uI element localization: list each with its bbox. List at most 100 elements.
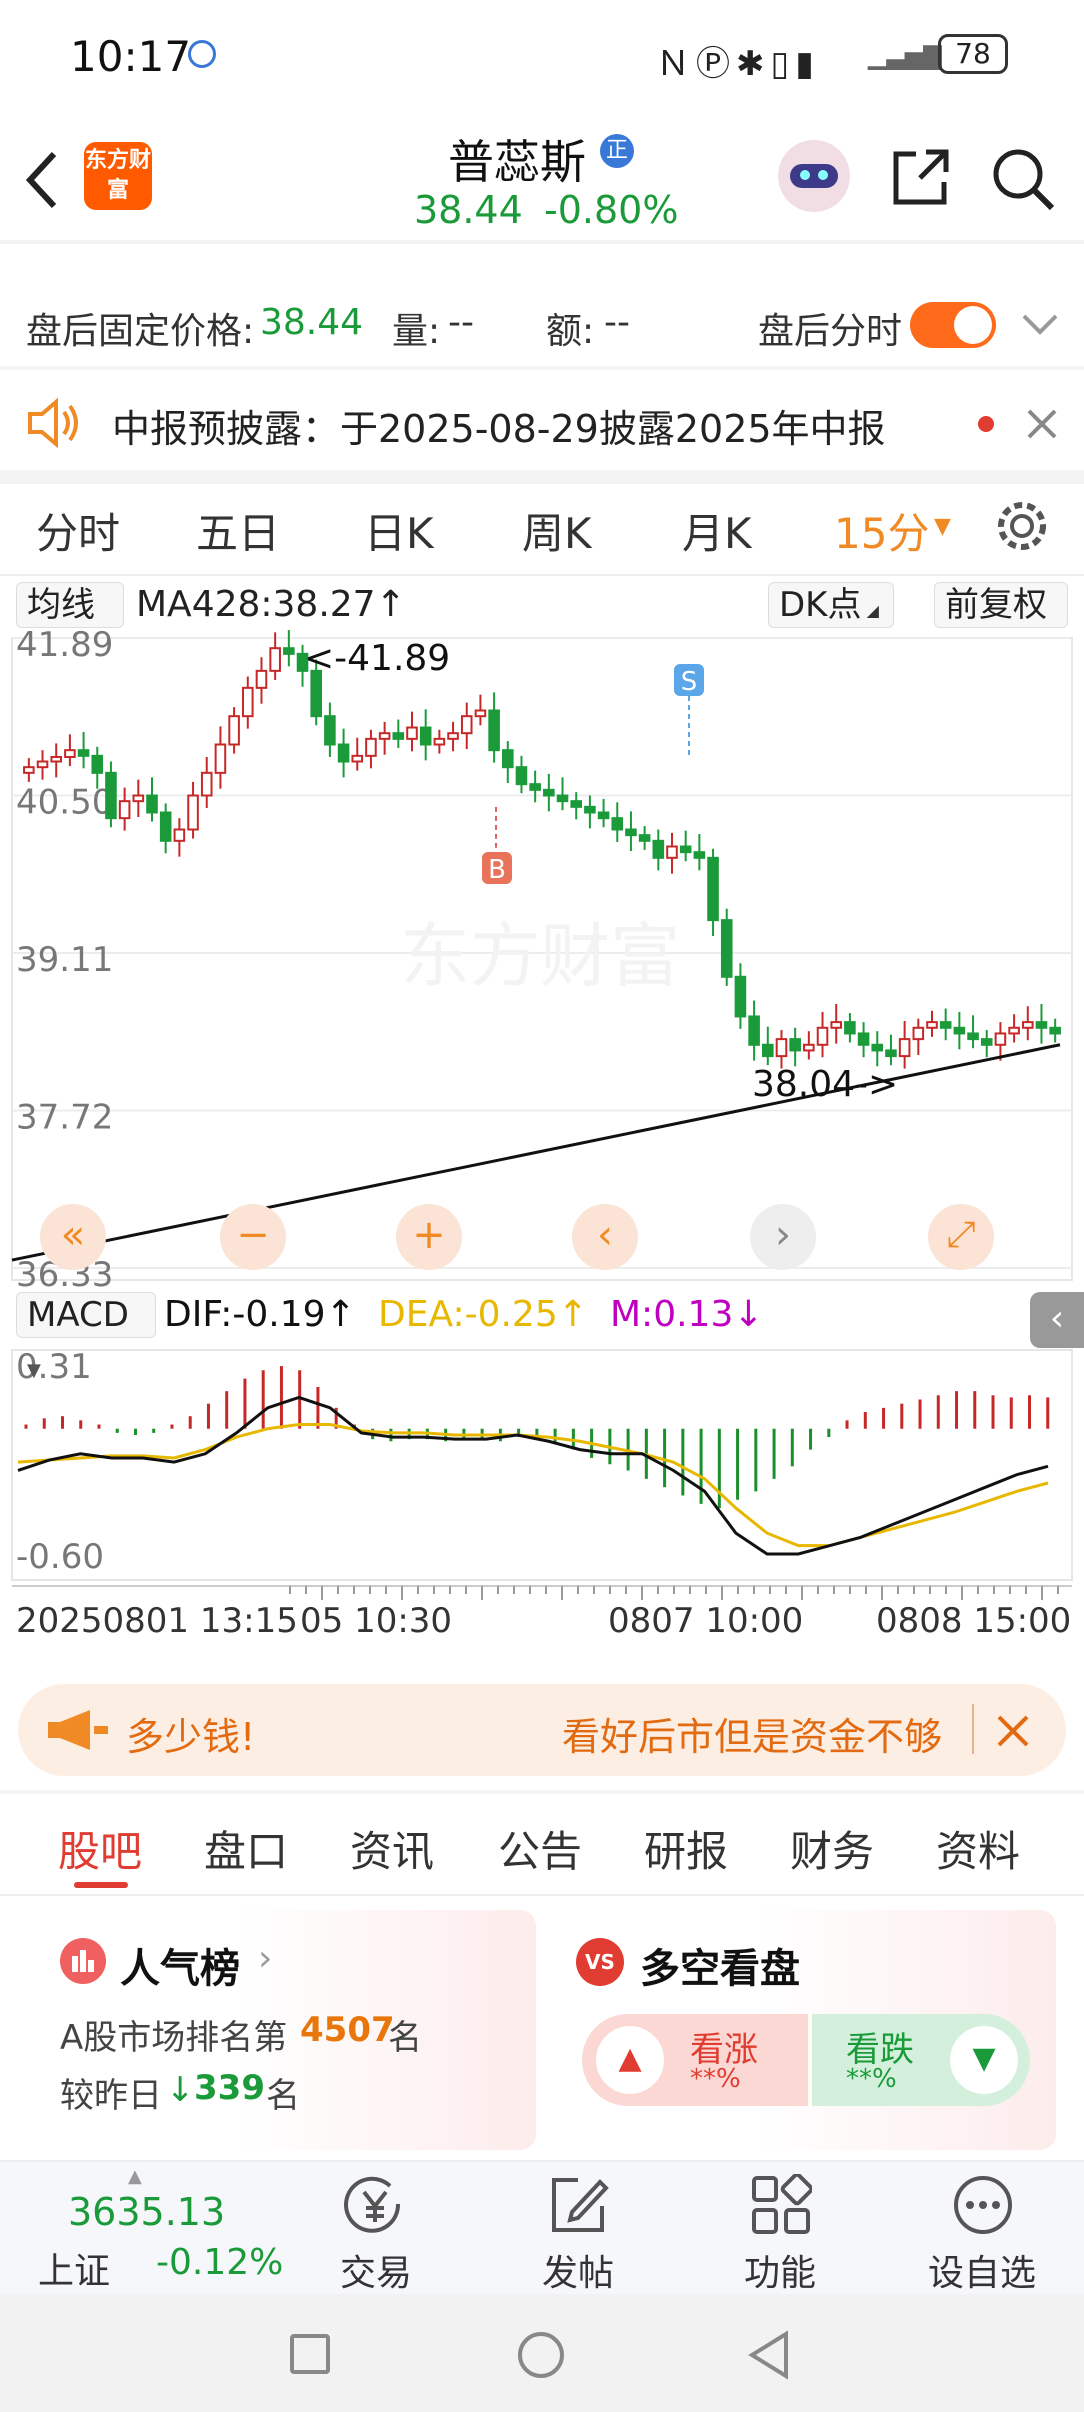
badge-icon: 正 xyxy=(600,134,634,168)
candle xyxy=(159,811,172,842)
arrow-down-icon: ↓ xyxy=(166,2070,195,2110)
tab-pankou[interactable]: 盘口 xyxy=(204,1818,288,1879)
candle xyxy=(419,726,432,746)
dk-button[interactable]: DK点 ◢ xyxy=(768,582,894,628)
index-value[interactable]: 3635.13 xyxy=(68,2190,225,2234)
candle xyxy=(36,760,49,769)
candle xyxy=(830,1021,843,1029)
tab-week-k[interactable]: 周K xyxy=(522,500,592,561)
indicator-label: MACD xyxy=(27,1295,129,1335)
candle xyxy=(543,788,555,797)
candle xyxy=(1008,1026,1020,1035)
nav-trade[interactable]: 交易 xyxy=(316,2244,436,2296)
tab-day-k[interactable]: 日K xyxy=(364,500,434,561)
index-change[interactable]: -0.12% xyxy=(156,2242,283,2283)
hd-icon xyxy=(188,40,216,68)
back-icon[interactable] xyxy=(22,150,62,210)
candle xyxy=(460,715,473,735)
candle xyxy=(200,771,213,797)
candle xyxy=(255,669,268,689)
candle xyxy=(105,771,117,820)
settings-gear-icon[interactable] xyxy=(994,498,1050,554)
candle xyxy=(994,1032,1007,1046)
tab-announcements[interactable]: 公告 xyxy=(498,1818,582,1879)
nav-add-watchlist[interactable]: 设自选 xyxy=(912,2244,1052,2296)
fq-button[interactable]: 前复权 xyxy=(934,582,1068,628)
more-dots-icon[interactable] xyxy=(952,2174,1014,2236)
back-nav-icon[interactable] xyxy=(746,2330,792,2380)
candle xyxy=(378,732,391,740)
tab-guba[interactable]: 股吧 xyxy=(58,1818,142,1879)
tab-five-day[interactable]: 五日 xyxy=(196,500,280,561)
fullscreen-icon[interactable]: ⤢ xyxy=(928,1204,994,1270)
collapse-icon[interactable]: ‹ xyxy=(1030,1292,1084,1348)
scroll-right-icon[interactable]: › xyxy=(750,1204,816,1270)
ma-selector[interactable]: 均线 ▼ xyxy=(16,582,124,671)
tab-month-k[interactable]: 月K xyxy=(682,500,752,561)
divider xyxy=(0,1894,1084,1896)
intraday-toggle[interactable] xyxy=(910,302,996,348)
candle xyxy=(337,743,350,763)
candle xyxy=(638,834,651,842)
tab-finance[interactable]: 财务 xyxy=(790,1818,874,1879)
tab-research[interactable]: 研报 xyxy=(644,1818,728,1879)
candle xyxy=(734,975,747,1018)
y-tick-label: 41.89 xyxy=(16,630,113,665)
bull-button[interactable]: ▲ 看涨 **% xyxy=(582,2014,808,2106)
search-icon[interactable] xyxy=(990,146,1056,212)
candle xyxy=(720,919,733,978)
popularity-card[interactable]: 人气榜 › A股市场排名第 4507 名 较昨日 ↓ 339 名 xyxy=(36,1910,536,2150)
trade-yen-icon[interactable] xyxy=(340,2174,410,2236)
zoom-out-icon[interactable]: − xyxy=(220,1204,286,1270)
battery-icon: 78 xyxy=(938,34,1008,74)
status-icons: ＮⓅ✱▯▮ xyxy=(656,44,820,84)
tab-fenshi[interactable]: 分时 xyxy=(36,500,120,561)
change-prefix: 较昨日 xyxy=(60,2076,162,2116)
candle xyxy=(529,783,541,791)
macd-frame xyxy=(11,1349,1073,1581)
nav-post[interactable]: 发帖 xyxy=(518,2244,638,2296)
tab-profile[interactable]: 资料 xyxy=(936,1818,1020,1879)
app-logo[interactable]: 东方财富 xyxy=(84,142,152,210)
candle xyxy=(173,828,186,842)
close-icon[interactable] xyxy=(996,1714,1030,1748)
recents-icon[interactable] xyxy=(290,2334,330,2374)
chevron-down-icon[interactable] xyxy=(1022,314,1058,336)
candle xyxy=(64,749,76,758)
y-tick-label: 39.11 xyxy=(16,940,113,980)
notice-bar[interactable]: 中报预披露：于2025-08-29披露2025年中报 xyxy=(0,370,1084,470)
candle xyxy=(693,851,706,859)
index-name[interactable]: 上证 xyxy=(38,2242,110,2294)
nav-functions[interactable]: 功能 xyxy=(720,2244,840,2296)
ticker-bar[interactable]: 多少钱! 看好后市但是资金不够 xyxy=(18,1684,1066,1776)
share-icon[interactable] xyxy=(890,146,952,208)
x-tick-label: 05 10:30 xyxy=(300,1601,452,1641)
scroll-left-icon[interactable]: ‹ xyxy=(572,1204,638,1270)
candle xyxy=(666,845,678,859)
candle xyxy=(926,1021,938,1029)
apps-grid-icon[interactable] xyxy=(750,2174,812,2236)
fixed-price-value: 38.44 xyxy=(260,302,364,343)
tab-news[interactable]: 资讯 xyxy=(350,1818,434,1879)
caret-down-icon: ▼ xyxy=(934,514,951,539)
candle xyxy=(597,811,610,820)
sentiment-card[interactable]: VS 多空看盘 ▲ 看涨 **% 看跌 **% ▼ xyxy=(556,1910,1056,2150)
stock-price: 38.44 xyxy=(414,188,523,232)
intraday-label: 盘后分时 xyxy=(758,311,903,352)
indicator-selector[interactable]: MACD ▼ xyxy=(16,1292,156,1381)
scroll-start-icon[interactable]: « xyxy=(40,1204,106,1270)
close-icon[interactable] xyxy=(1026,408,1058,440)
candle xyxy=(1022,1021,1034,1029)
home-icon[interactable] xyxy=(518,2332,564,2378)
candle xyxy=(515,766,528,786)
candle xyxy=(857,1032,870,1046)
macd-m: M:0.13↓ xyxy=(610,1294,764,1335)
kline-chart[interactable]: 41.8940.5039.1137.7236.33东方财富<-41.8938.0… xyxy=(0,630,1084,1670)
divider xyxy=(972,1704,974,1754)
candle xyxy=(283,647,295,655)
tab-15min[interactable]: 15分 xyxy=(834,500,929,561)
zoom-in-icon[interactable]: + xyxy=(396,1204,462,1270)
robot-avatar-icon[interactable] xyxy=(778,140,850,212)
bear-button[interactable]: 看跌 **% ▼ xyxy=(812,2014,1030,2106)
edit-post-icon[interactable] xyxy=(548,2174,610,2236)
